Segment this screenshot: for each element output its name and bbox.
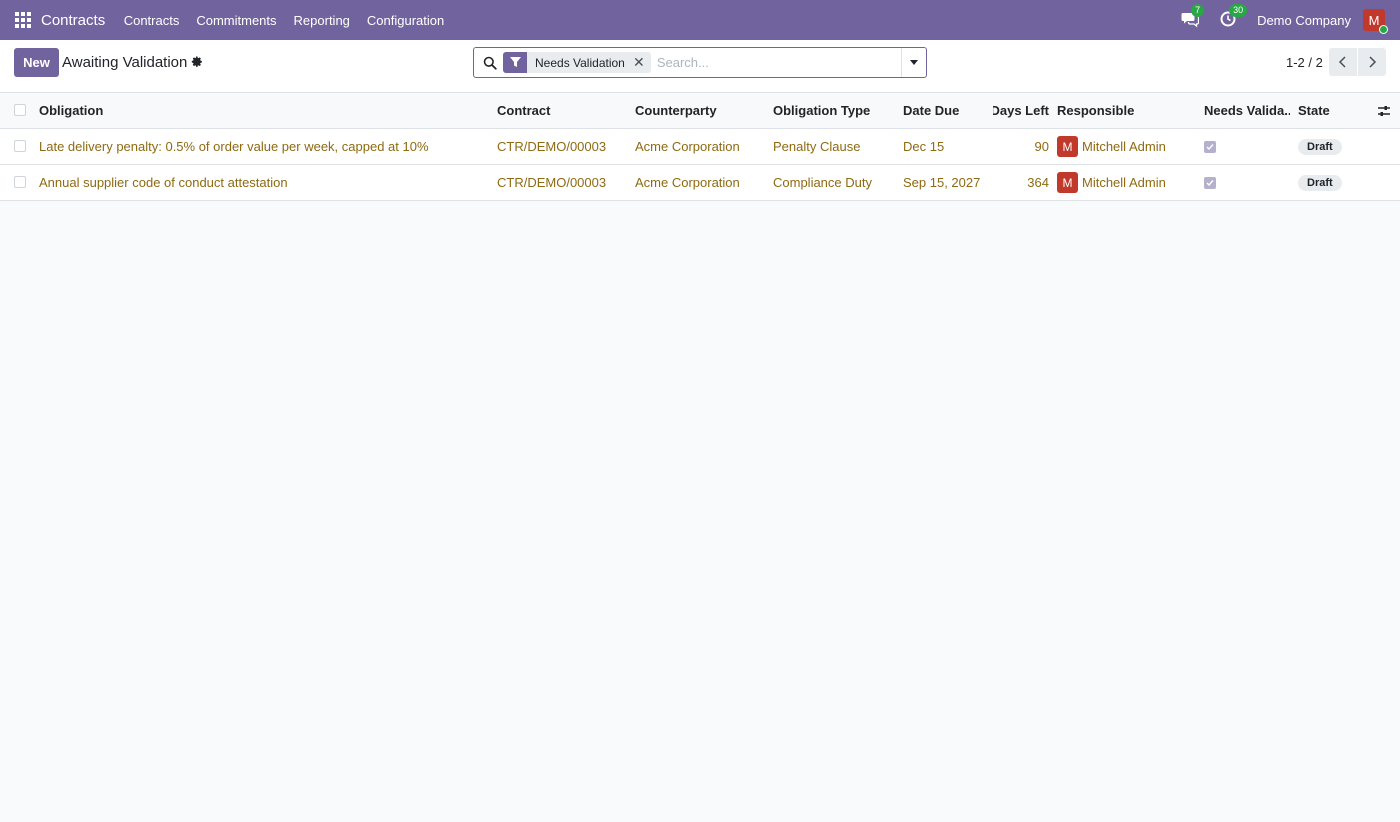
days-left[interactable]: 364 xyxy=(993,165,1049,200)
checkmark-icon xyxy=(1206,179,1214,186)
apps-grid-icon[interactable] xyxy=(15,12,31,28)
search-options-toggle[interactable] xyxy=(901,48,926,77)
obligation-type[interactable]: Compliance Duty xyxy=(773,165,898,200)
column-header-contract[interactable]: Contract xyxy=(497,93,627,128)
column-header-days-left[interactable]: Days Left xyxy=(993,93,1049,128)
state-badge: Draft xyxy=(1298,138,1342,155)
table-row[interactable]: Late delivery penalty: 0.5% of order val… xyxy=(0,129,1400,165)
date-due[interactable]: Sep 15, 2027 xyxy=(903,165,993,200)
obligation-name[interactable]: Late delivery penalty: 0.5% of order val… xyxy=(39,129,489,164)
menu-item-configuration[interactable]: Configuration xyxy=(358,13,452,28)
column-header-obligation-type[interactable]: Obligation Type xyxy=(773,93,898,128)
responsible-user[interactable]: M Mitchell Admin xyxy=(1057,129,1197,164)
select-all-checkbox[interactable] xyxy=(14,104,26,116)
caret-down-icon xyxy=(910,60,918,65)
pager-previous-button[interactable] xyxy=(1329,48,1357,76)
filter-facet-label: Needs Validation xyxy=(535,55,625,70)
search-bar: Needs Validation ✕ xyxy=(473,47,927,78)
new-button[interactable]: New xyxy=(14,48,59,77)
optional-columns-sliders-icon[interactable] xyxy=(1377,104,1391,118)
activities-count-badge: 30 xyxy=(1229,4,1248,17)
needs-validation-cell xyxy=(1204,129,1290,164)
responsible-avatar: M xyxy=(1057,172,1078,193)
counterparty-name[interactable]: Acme Corporation xyxy=(635,129,765,164)
control-panel: New Awaiting Validation Needs Validation… xyxy=(0,40,1400,93)
needs-validation-cell xyxy=(1204,165,1290,200)
obligation-name[interactable]: Annual supplier code of conduct attestat… xyxy=(39,165,489,200)
contract-reference[interactable]: CTR/DEMO/00003 xyxy=(497,165,627,200)
days-left[interactable]: 90 xyxy=(993,129,1049,164)
gear-icon[interactable] xyxy=(191,56,204,69)
responsible-name: Mitchell Admin xyxy=(1082,175,1166,190)
filter-funnel-icon xyxy=(503,52,527,73)
responsible-user[interactable]: M Mitchell Admin xyxy=(1057,165,1197,200)
menu-item-commitments[interactable]: Commitments xyxy=(188,13,285,28)
menu-item-contracts[interactable]: Contracts xyxy=(115,13,188,28)
chevron-left-icon xyxy=(1338,56,1346,68)
chevron-right-icon xyxy=(1369,56,1377,68)
user-avatar[interactable]: M xyxy=(1363,9,1388,34)
column-header-date-due[interactable]: Date Due xyxy=(903,93,993,128)
table-header-row: Obligation Contract Counterparty Obligat… xyxy=(0,93,1400,129)
checkmark-icon xyxy=(1206,143,1214,150)
state-badge: Draft xyxy=(1298,174,1342,191)
contract-reference[interactable]: CTR/DEMO/00003 xyxy=(497,129,627,164)
column-header-state[interactable]: State xyxy=(1298,93,1368,128)
date-due[interactable]: Dec 15 xyxy=(903,129,993,164)
top-navbar: Contracts Contracts Commitments Reportin… xyxy=(0,0,1400,40)
pager-next-button[interactable] xyxy=(1358,48,1386,76)
obligation-type[interactable]: Penalty Clause xyxy=(773,129,898,164)
row-select-checkbox[interactable] xyxy=(14,176,26,188)
messages-count-badge: 7 xyxy=(1191,4,1205,17)
remove-facet-close-icon[interactable]: ✕ xyxy=(631,52,647,73)
company-switcher[interactable]: Demo Company xyxy=(1257,13,1351,28)
main-menu: Contracts Commitments Reporting Configur… xyxy=(115,13,453,28)
column-header-counterparty[interactable]: Counterparty xyxy=(635,93,765,128)
online-status-dot xyxy=(1379,25,1388,34)
row-select-checkbox[interactable] xyxy=(14,140,26,152)
user-avatar-initial: M xyxy=(1368,12,1380,28)
needs-validation-checkbox xyxy=(1204,176,1216,189)
navbar-right: 7 30 Demo Company M xyxy=(1181,0,1400,40)
responsible-avatar: M xyxy=(1057,136,1078,157)
search-input[interactable] xyxy=(650,48,901,77)
filter-facet: Needs Validation ✕ xyxy=(503,52,651,73)
column-header-obligation[interactable]: Obligation xyxy=(39,93,479,128)
messages-icon[interactable]: 7 xyxy=(1181,4,1205,30)
state-cell: Draft xyxy=(1298,129,1368,164)
menu-item-reporting[interactable]: Reporting xyxy=(285,13,358,28)
responsible-name: Mitchell Admin xyxy=(1082,139,1166,154)
pager-value[interactable]: 1-2 / 2 xyxy=(1286,55,1323,70)
column-header-needs-validation[interactable]: Needs Valida... xyxy=(1204,93,1290,128)
page-title: Awaiting Validation xyxy=(62,54,188,71)
app-brand[interactable]: Contracts xyxy=(41,12,105,29)
needs-validation-checkbox xyxy=(1204,140,1216,153)
state-cell: Draft xyxy=(1298,165,1368,200)
search-icon[interactable] xyxy=(483,56,497,70)
column-header-responsible[interactable]: Responsible xyxy=(1057,93,1197,128)
activities-clock-icon[interactable]: 30 xyxy=(1219,4,1248,30)
obligations-list-table: Obligation Contract Counterparty Obligat… xyxy=(0,93,1400,201)
counterparty-name[interactable]: Acme Corporation xyxy=(635,165,765,200)
table-row[interactable]: Annual supplier code of conduct attestat… xyxy=(0,165,1400,201)
